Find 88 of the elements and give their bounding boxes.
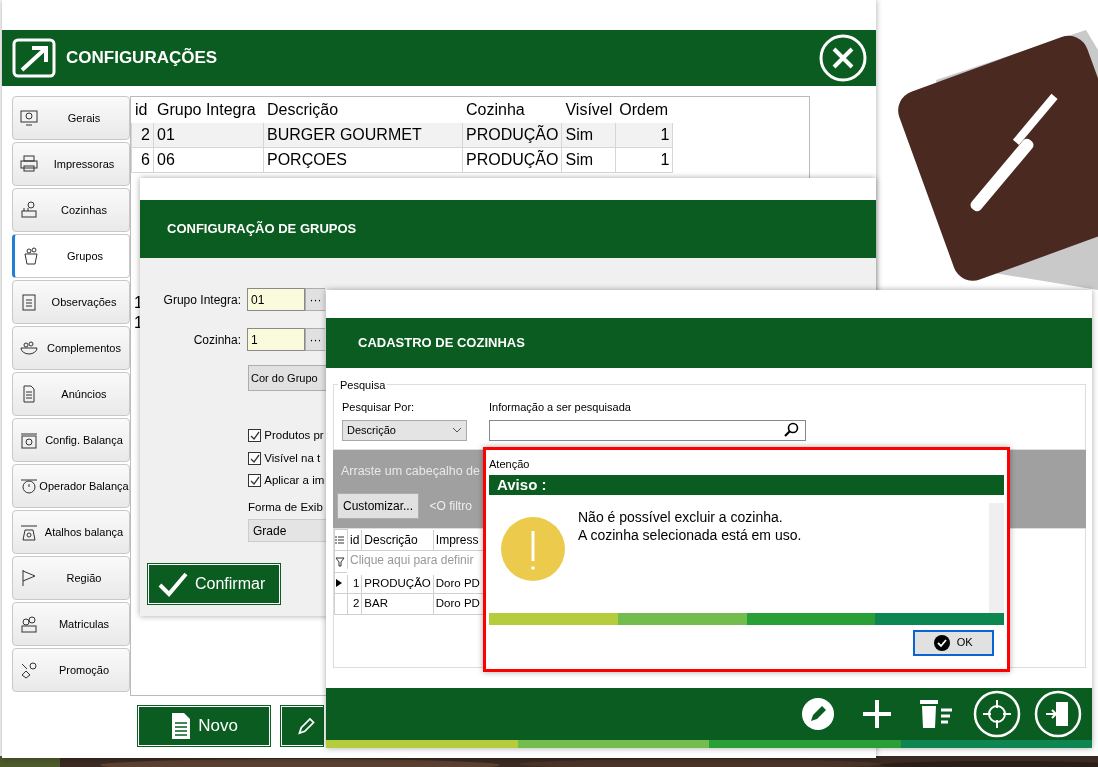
sidebar-tab[interactable]: Região — [12, 556, 130, 600]
table-cell: 2 — [347, 593, 362, 614]
window-title: CONFIGURAÇÕES — [66, 47, 218, 70]
scale-icon — [19, 522, 39, 542]
checkbox-label: Aplicar a im — [264, 472, 325, 488]
checkbox[interactable] — [248, 451, 261, 465]
edit-button[interactable] — [280, 706, 323, 746]
sidebar-tab[interactable]: Operador Balança — [12, 464, 130, 508]
printer-icon — [19, 154, 39, 174]
table-cell: 1 — [347, 572, 362, 593]
table-cell: 2 — [131, 122, 154, 148]
sidebar-tab[interactable]: Impressoras — [12, 142, 130, 186]
column-header: id — [347, 529, 362, 551]
field-label: Pesquisar Por: — [342, 400, 416, 415]
trash-icon[interactable] — [920, 700, 952, 728]
table-cell: 06 — [153, 147, 264, 173]
confirm-button[interactable]: Confirmar — [148, 564, 280, 605]
check-icon — [157, 570, 189, 599]
table-cell: BURGER GOURMET — [263, 122, 463, 148]
field-label: Grupo Integra: — [162, 291, 242, 309]
customize-button[interactable]: Customizar... — [337, 492, 420, 519]
close-button[interactable] — [818, 33, 868, 83]
basket-icon — [21, 246, 41, 266]
filter-icon — [335, 557, 345, 568]
table-cell: 1 — [615, 122, 673, 148]
alert-heading: Aviso : — [497, 475, 547, 493]
people-icon — [19, 614, 39, 634]
check-icon — [934, 634, 951, 651]
hint-text: Arraste um cabeçalho de — [341, 463, 480, 480]
table-cell: PORÇOES — [263, 147, 463, 173]
table-cell: Sim — [561, 147, 616, 173]
scale-icon — [19, 476, 39, 496]
browse-button[interactable]: ··· — [305, 328, 325, 351]
table-cell: BAR — [361, 593, 434, 614]
sidebar-tab[interactable]: Anúncios — [12, 372, 130, 416]
field-label: Informação a ser pesquisada — [489, 400, 632, 415]
checkbox-label: Visível na t — [264, 450, 321, 466]
table-cell: Sim — [561, 122, 616, 148]
dialog-title: CADASTRO DE COZINHAS — [358, 334, 525, 353]
scale-icon — [19, 430, 39, 450]
add-icon[interactable] — [863, 700, 891, 728]
browse-button[interactable]: ··· — [305, 288, 325, 311]
sidebar-tab[interactable]: Gerais — [12, 96, 130, 140]
table-cell: 01 — [153, 122, 264, 148]
new-button[interactable]: Novo — [138, 706, 270, 746]
search-icon — [783, 422, 799, 438]
table-cell: PRODUÇÃO — [462, 122, 562, 148]
ok-button[interactable]: OK — [913, 629, 994, 656]
warning-icon — [501, 516, 565, 581]
dialog-title: Atenção — [488, 457, 531, 472]
color-button[interactable]: Cor do Grupo — [248, 365, 326, 392]
sidebar-tab[interactable]: Matriculas — [12, 602, 130, 646]
field-label: Cozinha: — [192, 331, 242, 349]
row-indicator-icon — [335, 578, 343, 589]
sidebar-tab[interactable]: Observações — [12, 280, 130, 324]
target-button[interactable] — [973, 690, 1021, 738]
checkbox[interactable] — [248, 473, 261, 487]
input-field[interactable]: 01 — [247, 288, 305, 311]
exit-button[interactable] — [1034, 690, 1082, 738]
input-field[interactable]: 1 — [247, 328, 305, 351]
monitor-icon — [19, 108, 39, 128]
arrow-logo-icon — [12, 38, 56, 78]
sidebar-tab[interactable]: Complementos — [12, 326, 130, 370]
checkbox[interactable] — [248, 429, 261, 443]
column-chooser-icon[interactable] — [335, 535, 344, 546]
table-cell: 1 — [615, 147, 673, 173]
search-by-select[interactable]: Descrição — [342, 419, 467, 441]
column-header: Descrição — [361, 529, 434, 551]
filter-text: <O filtro — [429, 497, 472, 515]
chevron-icon — [452, 426, 462, 434]
display-select[interactable]: Grade — [248, 519, 326, 543]
field-label: Forma de Exib — [248, 500, 323, 515]
sidebar-tab[interactable]: Promoção — [12, 648, 130, 692]
alert-message: Não é possível excluir a cozinha. A cozinha selecionada está em uso. — [578, 507, 803, 545]
checkbox-label: Produtos pr — [264, 428, 324, 444]
sidebar-tab[interactable]: Cozinhas — [12, 188, 130, 232]
document-icon — [170, 711, 193, 741]
table-cell: PRODUÇÃO — [462, 147, 562, 173]
table-cell: 6 — [131, 147, 154, 173]
table-cell: PRODUÇÃO — [361, 572, 434, 593]
search-field[interactable] — [489, 419, 806, 441]
sidebar-tab[interactable]: Grupos — [12, 234, 130, 278]
clipboard-icon — [19, 292, 39, 312]
sidebar-tab[interactable]: Config. Balança — [12, 418, 130, 462]
sidebar-tab[interactable]: Atalhos balança — [12, 510, 130, 554]
dialog-title: CONFIGURAÇÃO DE GRUPOS — [167, 220, 357, 239]
bowl-icon — [19, 338, 39, 358]
cooking-icon — [19, 200, 39, 220]
